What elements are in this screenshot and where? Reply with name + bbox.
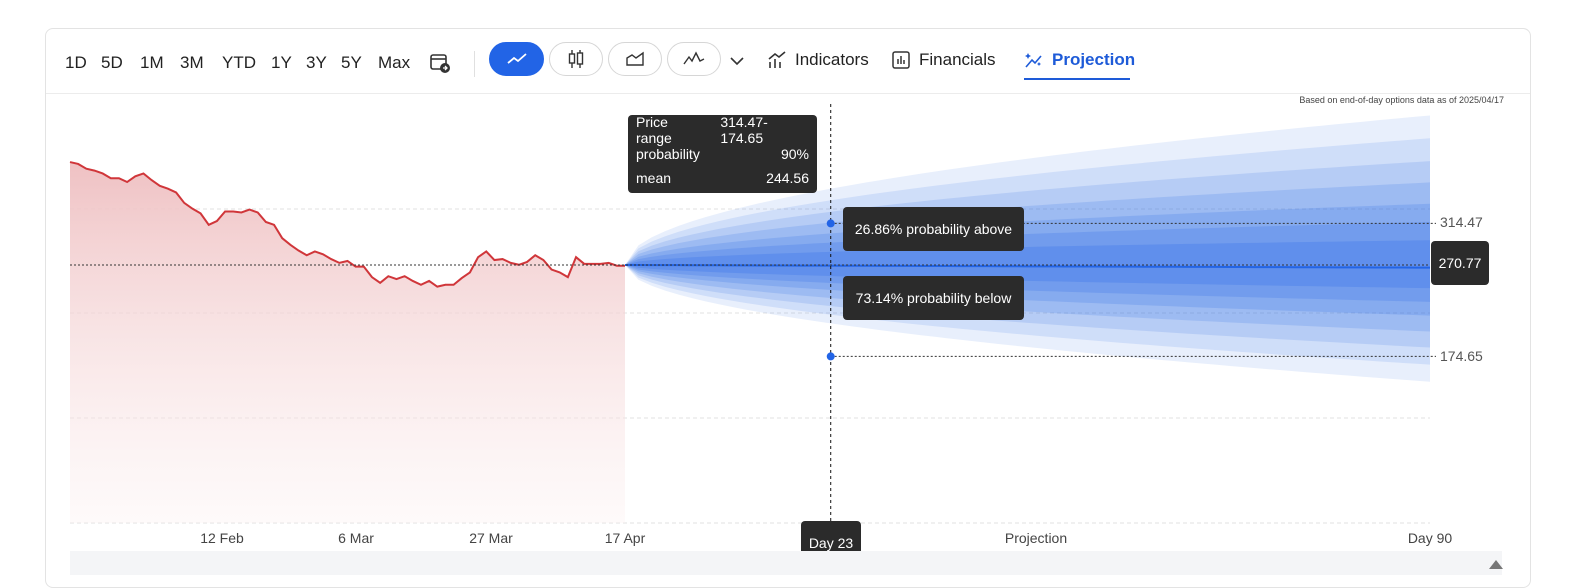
x-label-day-90: Day 90 (1407, 530, 1453, 546)
price-range-label: Price range (636, 114, 672, 146)
x-label-6-mar: 6 Mar (338, 530, 374, 546)
price-range-value: 314.47-174.65 (720, 114, 768, 146)
range-tooltip: Price range 314.47-174.65 probability 90% … (628, 114, 817, 193)
upper-level-label: 314.47 (1440, 214, 1483, 230)
mean-value: 244.56 (766, 170, 809, 186)
lower-marker (826, 352, 835, 361)
probability-below-badge: 73.14% probability below (843, 276, 1024, 320)
probability-value: 90% (780, 146, 809, 162)
x-label-17-apr: 17 Apr (604, 530, 646, 546)
history-area (70, 162, 625, 523)
probability-above-badge: 26.86% probability above (843, 207, 1024, 251)
x-label-27-mar: 27 Mar (469, 530, 513, 546)
x-label-12-feb: 12 Feb (200, 530, 244, 546)
current-price-badge: 270.77 (1431, 241, 1489, 285)
projection-chart[interactable] (0, 0, 1585, 575)
x-label-projection: Projection (1004, 530, 1068, 546)
mean-label: mean (636, 170, 672, 186)
upper-marker (826, 219, 835, 228)
scrollbar-track[interactable] (70, 551, 1502, 575)
scroll-up-icon[interactable] (1489, 560, 1503, 569)
lower-level-label: 174.65 (1440, 348, 1483, 364)
probability-label: probability (636, 146, 700, 162)
